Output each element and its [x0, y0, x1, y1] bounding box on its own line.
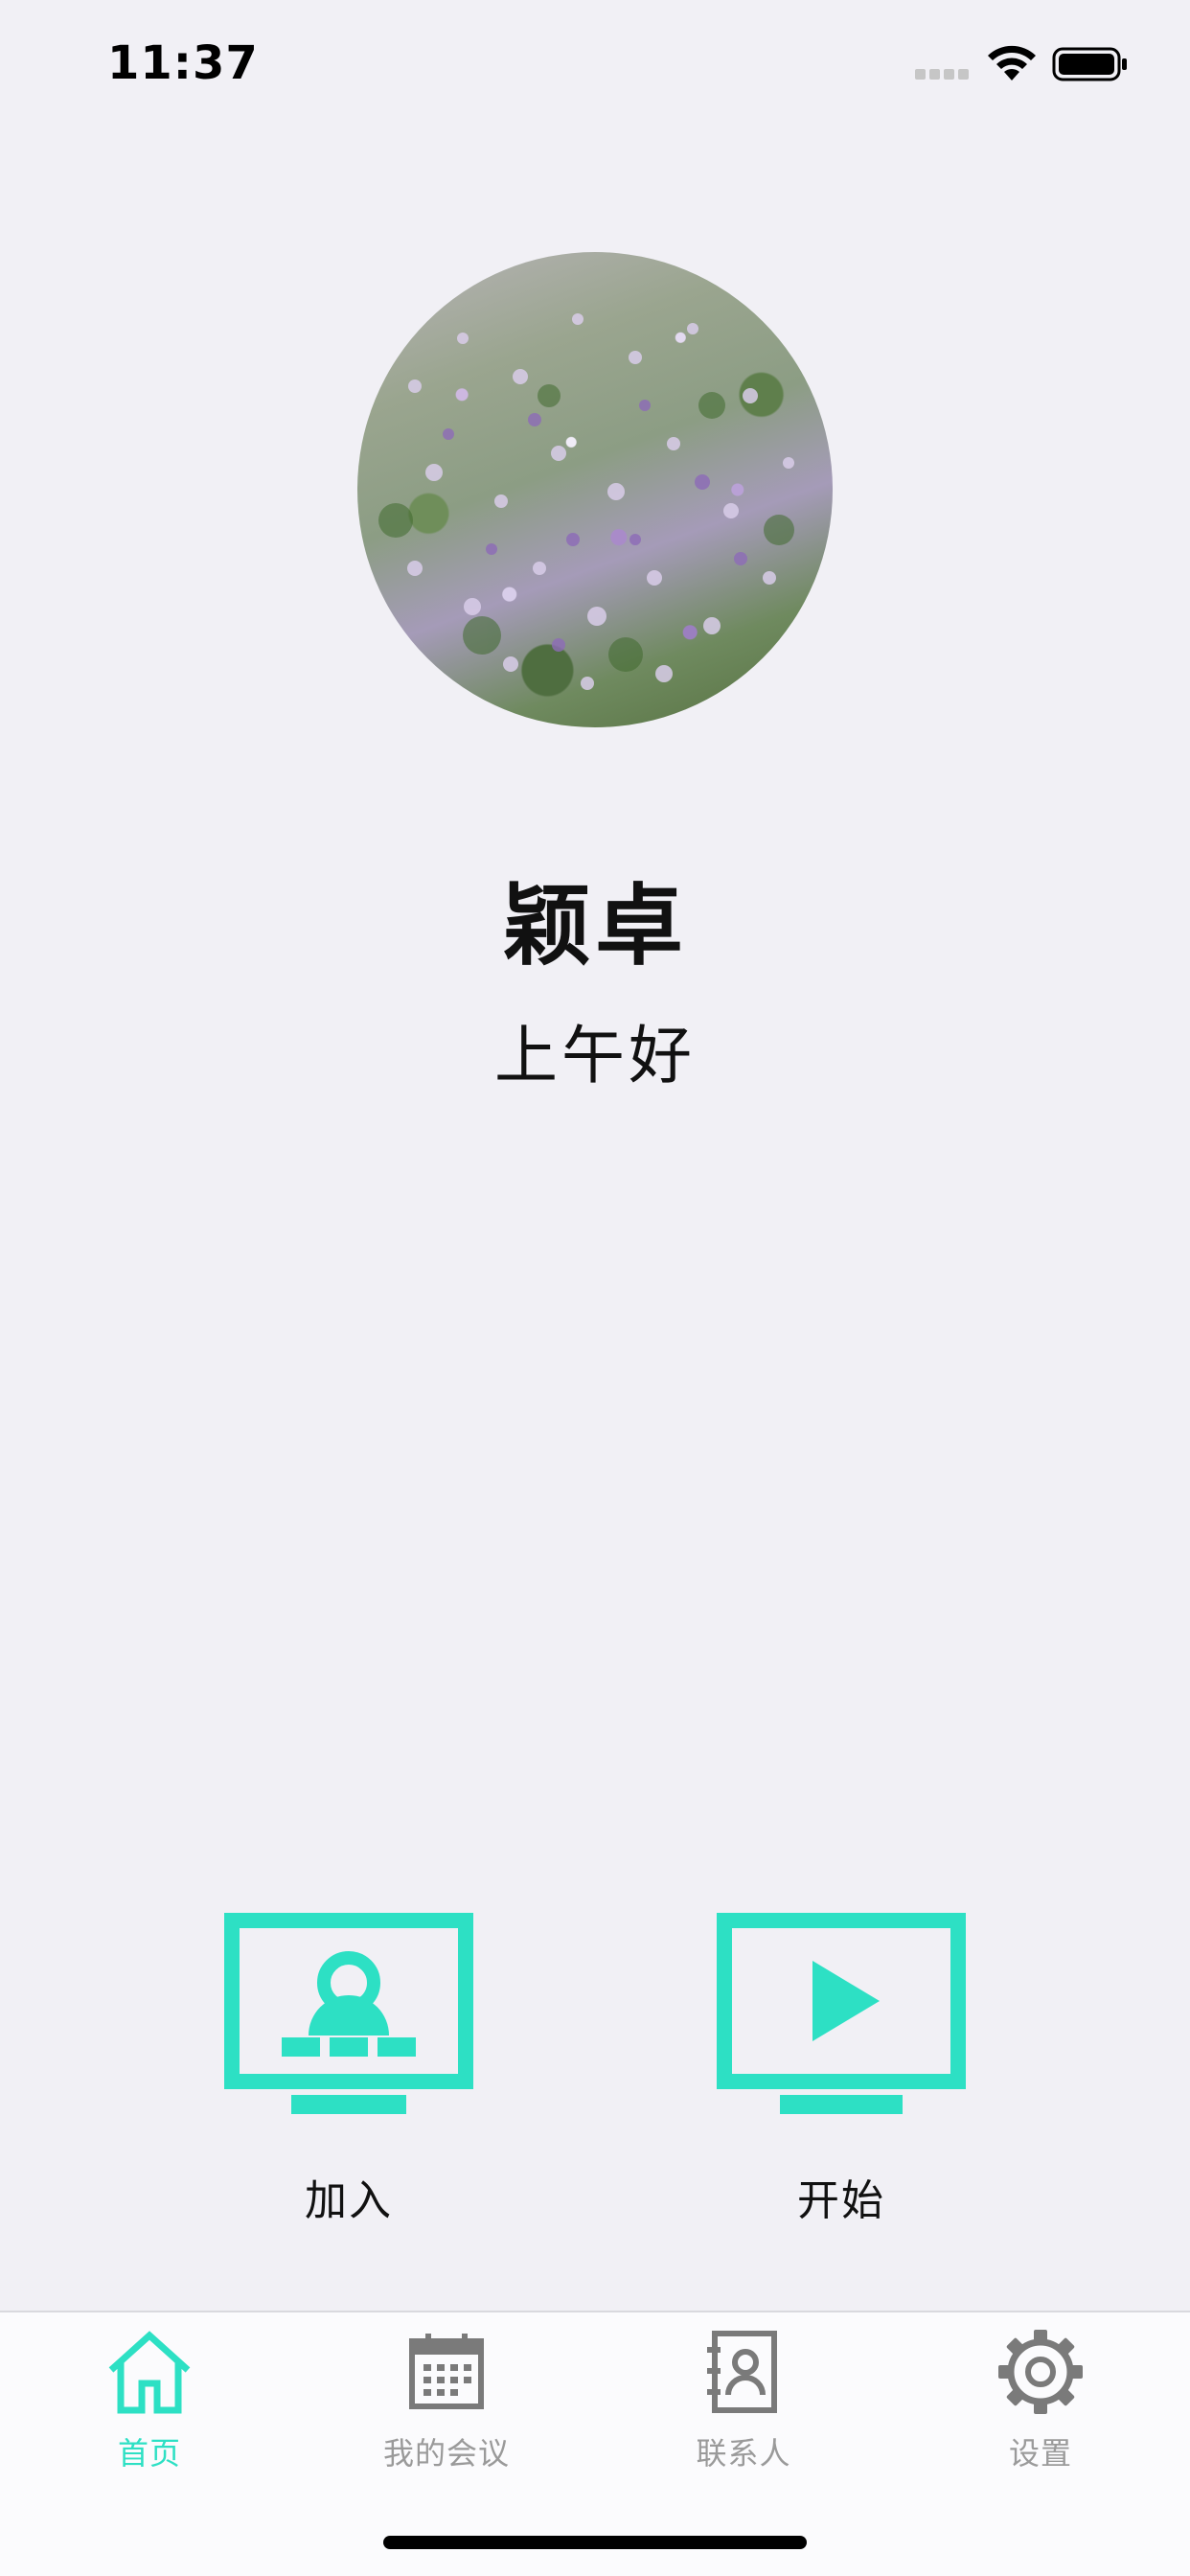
tab-my-meetings[interactable]: 我的会议 [332, 2326, 561, 2472]
gear-icon [998, 2330, 1083, 2414]
tab-home[interactable]: 首页 [34, 2326, 264, 2472]
home-screen: 11:37 颖卓 上午好 加入 开始 首页 我的会议 联系人 设置 [0, 0, 1190, 2576]
battery-icon [1052, 47, 1127, 81]
tab-settings-label: 设置 [1008, 2435, 1072, 2472]
calendar-icon [409, 2334, 484, 2409]
tab-contacts-label: 联系人 [696, 2435, 791, 2472]
tab-contacts[interactable]: 联系人 [629, 2326, 858, 2472]
tab-home-label: 首页 [117, 2435, 181, 2472]
cellular-signal-icon [915, 69, 973, 80]
monitor-person-icon [224, 1913, 473, 2114]
user-name: 颖卓 [502, 875, 687, 978]
status-bar: 11:37 [0, 0, 1190, 125]
contacts-icon [707, 2331, 777, 2413]
start-label: 开始 [797, 2176, 885, 2225]
wifi-icon [988, 45, 1036, 80]
tab-my-meetings-label: 我的会议 [382, 2435, 510, 2472]
monitor-play-icon [717, 1913, 966, 2114]
tab-settings[interactable]: 设置 [926, 2326, 1156, 2472]
greeting-text: 上午好 [494, 1019, 696, 1092]
home-indicator [383, 2536, 807, 2549]
join-label: 加入 [305, 2176, 393, 2225]
status-time: 11:37 [107, 36, 259, 90]
join-meeting-button[interactable]: 加入 [195, 1907, 502, 2252]
avatar[interactable] [357, 252, 833, 727]
start-meeting-button[interactable]: 开始 [688, 1907, 995, 2252]
home-icon [108, 2331, 191, 2414]
